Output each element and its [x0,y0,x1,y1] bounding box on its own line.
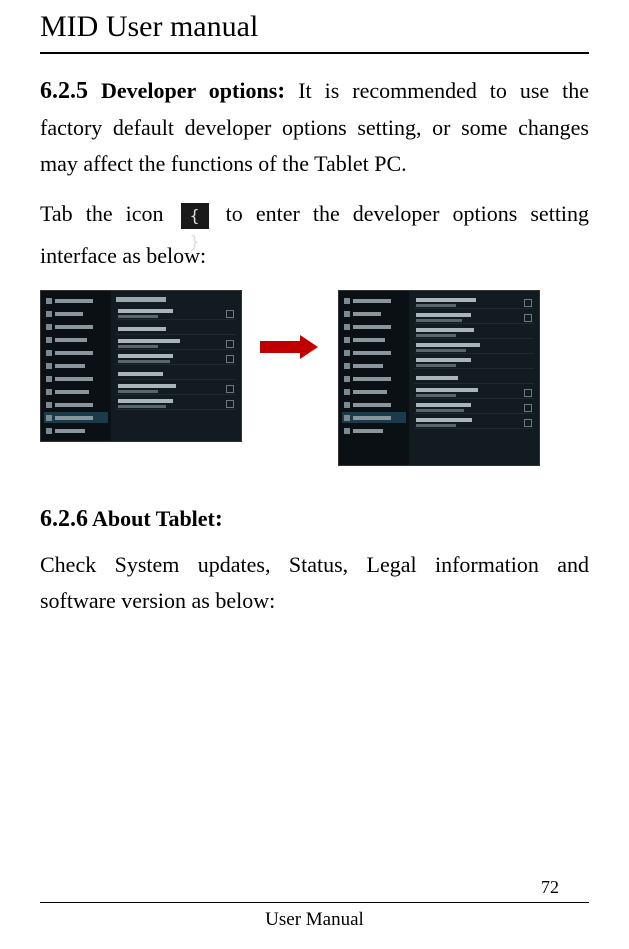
section-626-heading-line: 6.2.6 About Tablet: [40,506,589,533]
section-colon-625: : [277,78,285,104]
arrow-right-icon [260,335,320,359]
section-625-intro: 6.2.5 Developer options: It is recommend… [40,72,589,181]
sidebar-item-developer-options [44,412,108,423]
section-heading-626: About Tablet [92,506,215,531]
settings-screenshot-left [40,290,242,442]
section-625-para2: Tab the icon { } to enter the developer … [40,193,589,277]
header-divider [40,52,589,54]
screenshot-main-panel-right [409,291,539,465]
developer-options-icon: { } [181,203,209,229]
screenshot-sidebar-right [339,291,409,465]
sidebar-item-developer-options-r [342,412,406,423]
settings-screenshot-right [338,290,540,466]
section-colon-626: : [215,506,223,532]
screenshot-main-panel [111,291,241,441]
page-footer: 72 User Manual [40,877,589,931]
screenshot-row [40,290,589,466]
section-626-body: Check System updates, Status, Legal info… [40,547,589,617]
section-heading-625: Developer options [101,78,277,103]
section-number-626: 6.2.6 [40,506,88,532]
section-625-text-pre: Tab the icon [40,201,164,226]
footer-divider [40,902,589,903]
section-number-625: 6.2.5 [40,78,88,104]
page-number: 72 [40,877,589,902]
page-header-title: MID User manual [40,0,589,52]
screenshot-sidebar [41,291,111,441]
footer-label: User Manual [40,909,589,931]
